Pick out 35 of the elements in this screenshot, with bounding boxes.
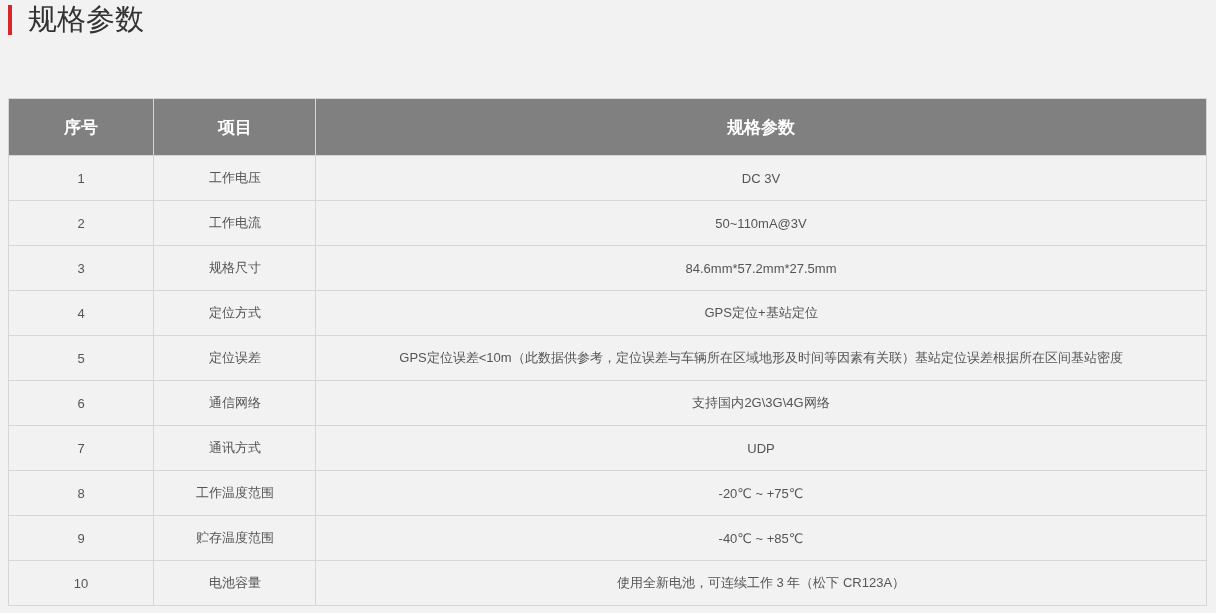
- table-cell: 3: [8, 245, 154, 291]
- column-header: 项目: [153, 98, 316, 156]
- table-cell: 8: [8, 470, 154, 516]
- table-cell: 定位误差: [153, 335, 316, 381]
- table-cell: 2: [8, 200, 154, 246]
- table-cell: GPS定位+基站定位: [315, 290, 1207, 336]
- table-cell: 支持国内2G\3G\4G网络: [315, 380, 1207, 426]
- table-cell: 定位方式: [153, 290, 316, 336]
- table-cell: 84.6mm*57.2mm*27.5mm: [315, 245, 1207, 291]
- table-cell: 使用全新电池，可连续工作 3 年（松下 CR123A）: [315, 560, 1207, 606]
- table-cell: -40℃ ~ +85℃: [315, 515, 1207, 561]
- section-title: 规格参数: [28, 2, 144, 37]
- table-cell: -20℃ ~ +75℃: [315, 470, 1207, 516]
- table-cell: 通信网络: [153, 380, 316, 426]
- table-cell: 6: [8, 380, 154, 426]
- table-cell: 1: [8, 155, 154, 201]
- table-cell: 工作电压: [153, 155, 316, 201]
- table-cell: 9: [8, 515, 154, 561]
- table-cell: GPS定位误差<10m（此数据供参考，定位误差与车辆所在区域地形及时间等因素有关联）基站定位误差根据所在区间基站密度: [315, 335, 1207, 381]
- column-header: 规格参数: [315, 98, 1207, 156]
- table-cell: 通讯方式: [153, 425, 316, 471]
- column-header: 序号: [8, 98, 154, 156]
- accent-bar: [8, 5, 12, 35]
- table-cell: 50~110mA@3V: [315, 200, 1207, 246]
- table-cell: DC 3V: [315, 155, 1207, 201]
- table-cell: 工作温度范围: [153, 470, 316, 516]
- table-cell: 10: [8, 560, 154, 606]
- table-cell: 4: [8, 290, 154, 336]
- table-cell: 贮存温度范围: [153, 515, 316, 561]
- table-cell: 5: [8, 335, 154, 381]
- table-cell: 电池容量: [153, 560, 316, 606]
- table-cell: 7: [8, 425, 154, 471]
- table-cell: 规格尺寸: [153, 245, 316, 291]
- table-cell: UDP: [315, 425, 1207, 471]
- table-cell: 工作电流: [153, 200, 316, 246]
